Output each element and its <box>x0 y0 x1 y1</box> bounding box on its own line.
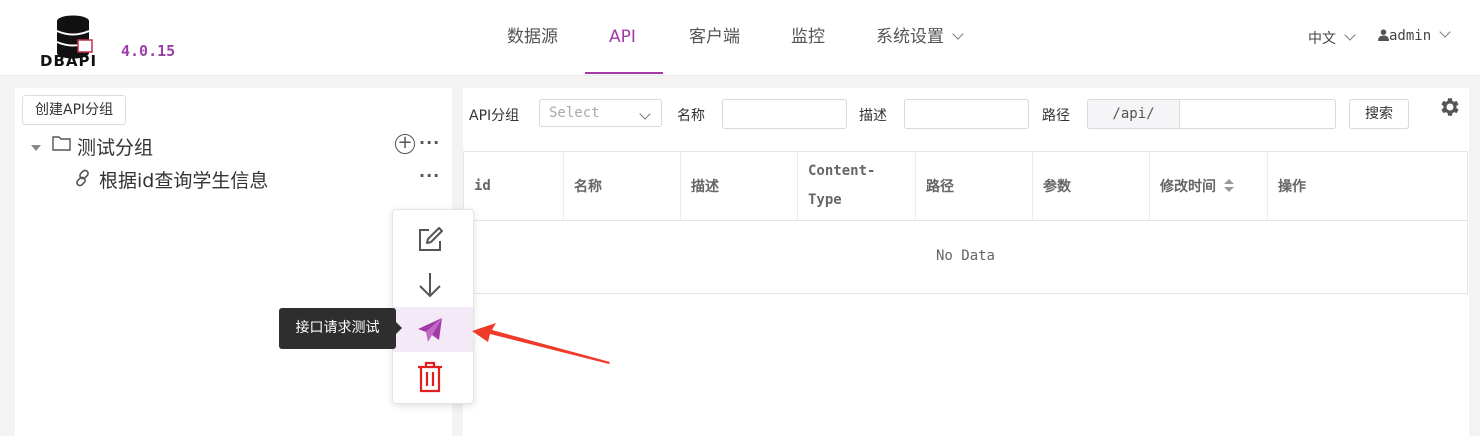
group-select[interactable]: Select <box>539 99 662 127</box>
edit-icon <box>419 227 443 251</box>
path-input[interactable] <box>1179 99 1336 129</box>
group-more-icon[interactable]: ··· <box>419 133 440 152</box>
table-header: id 名称 描述 Content- Type 路径 参数 修改时间 操作 <box>464 152 1467 221</box>
nav-item-settings[interactable]: 系统设置 <box>876 0 964 75</box>
name-filter-label: 名称 <box>677 108 705 124</box>
delete-icon <box>418 361 442 393</box>
column-header-path: 路径 <box>916 152 1033 220</box>
api-group-sidebar: 创建API分组 测试分组 + ··· 根据id查询学生信息 ··· <box>15 88 452 436</box>
chevron-down-icon <box>1344 29 1356 41</box>
export-api-menu-item[interactable] <box>393 262 473 307</box>
path-prefix: /api/ <box>1087 99 1179 129</box>
tooltip-arrow <box>396 322 402 334</box>
tree-api-label[interactable]: 根据id查询学生信息 <box>99 166 268 193</box>
path-filter-label: 路径 <box>1042 108 1070 124</box>
column-header-id: id <box>464 152 564 220</box>
api-actions-menu <box>392 209 474 404</box>
nav-item-api[interactable]: API <box>609 0 636 75</box>
nav-item-monitor[interactable]: 监控 <box>791 0 825 75</box>
tree-group-label[interactable]: 测试分组 <box>77 133 153 160</box>
version-label: 4.0.15 <box>121 42 176 60</box>
language-label: 中文 <box>1308 31 1336 47</box>
send-icon <box>418 318 442 342</box>
logo-text: DBAPI <box>40 52 98 70</box>
gear-icon[interactable] <box>1437 95 1461 119</box>
group-select-placeholder: Select <box>549 105 600 121</box>
nav-item-settings-label: 系统设置 <box>876 27 944 47</box>
create-api-group-button[interactable]: 创建API分组 <box>22 95 127 125</box>
api-list-panel: API分组 Select 名称 描述 路径 /api/ 搜索 id 名称 描述 … <box>463 88 1469 436</box>
tooltip: 接口请求测试 <box>279 308 396 349</box>
folder-icon <box>52 136 71 151</box>
nav-item-datasource[interactable]: 数据源 <box>507 0 558 75</box>
column-header-params: 参数 <box>1033 152 1150 220</box>
desc-input[interactable] <box>904 99 1029 129</box>
annotation-arrow-icon <box>472 323 610 364</box>
top-header: DBAPI 4.0.15 数据源 API 客户端 监控 系统设置 中文 admi… <box>0 0 1480 76</box>
nav-item-client[interactable]: 客户端 <box>689 0 740 75</box>
username: admin <box>1389 28 1432 44</box>
delete-api-menu-item[interactable] <box>393 352 473 397</box>
empty-state-text: No Data <box>935 248 995 264</box>
name-input[interactable] <box>722 99 847 129</box>
caret-down-icon[interactable] <box>31 145 41 151</box>
add-api-icon[interactable]: + <box>395 134 415 154</box>
group-filter-label: API分组 <box>469 108 520 124</box>
column-header-desc: 描述 <box>681 152 798 220</box>
user-icon <box>1378 29 1389 41</box>
column-header-name: 名称 <box>564 152 681 220</box>
search-button[interactable]: 搜索 <box>1349 99 1409 129</box>
user-menu[interactable]: admin <box>1378 26 1451 44</box>
column-header-content-type: Content- Type <box>798 152 916 220</box>
link-icon <box>76 169 89 187</box>
column-header-modified-time[interactable]: 修改时间 <box>1150 152 1268 220</box>
language-switcher[interactable]: 中文 <box>1308 28 1356 48</box>
chevron-down-icon <box>1439 26 1451 38</box>
column-header-actions: 操作 <box>1278 179 1306 195</box>
column-header-modified-time-label: 修改时间 <box>1160 179 1216 195</box>
chevron-down-icon <box>952 28 964 40</box>
sort-icon[interactable] <box>1224 179 1234 193</box>
request-test-menu-item[interactable] <box>393 307 473 352</box>
api-table: id 名称 描述 Content- Type 路径 参数 修改时间 操作 No … <box>463 151 1468 294</box>
desc-filter-label: 描述 <box>859 108 887 124</box>
active-nav-indicator <box>585 72 663 74</box>
download-icon <box>419 273 441 298</box>
chevron-down-icon <box>639 108 651 120</box>
api-more-icon[interactable]: ··· <box>419 166 440 185</box>
edit-api-menu-item[interactable] <box>393 217 473 262</box>
